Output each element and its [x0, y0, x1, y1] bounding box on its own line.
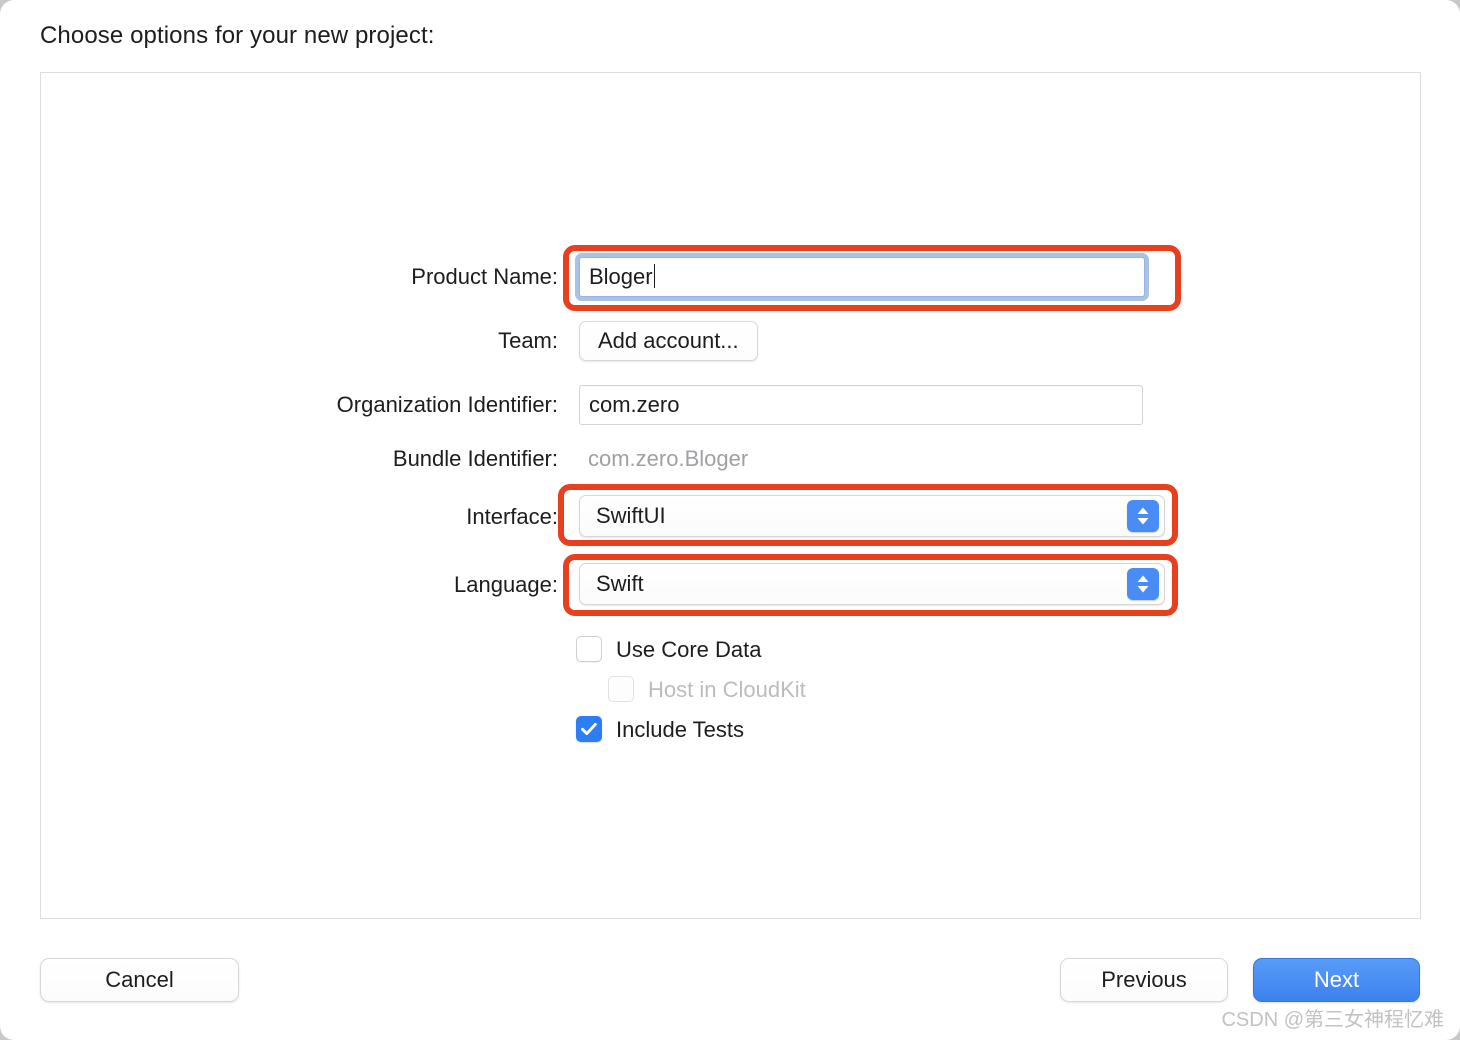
host-in-cloudkit-label: Host in CloudKit [648, 677, 806, 702]
organization-identifier-input[interactable]: com.zero [579, 385, 1143, 425]
text-caret [653, 264, 656, 288]
add-account-button[interactable]: Add account... [579, 321, 758, 361]
interface-selected-value: SwiftUI [596, 503, 666, 528]
project-options-form: Product Name: Bloger Team: Add account..… [41, 73, 1422, 920]
product-name-value: Bloger [589, 264, 653, 289]
organization-identifier-label: Organization Identifier: [336, 392, 558, 417]
previous-button[interactable]: Previous [1060, 958, 1228, 1002]
organization-identifier-field-wrap: com.zero [579, 385, 1143, 425]
chevron-up-down-icon[interactable] [1127, 500, 1159, 532]
new-project-options-dialog: Choose options for your new project: Pro… [0, 0, 1460, 1040]
use-core-data-label: Use Core Data [616, 637, 762, 662]
watermark: CSDN @第三女神程忆难 [1221, 1009, 1444, 1031]
interface-label: Interface: [466, 504, 558, 529]
language-select[interactable]: Swift [579, 563, 1165, 605]
host-in-cloudkit-checkbox [608, 676, 634, 702]
options-panel: Product Name: Bloger Team: Add account..… [40, 72, 1421, 919]
organization-identifier-row-label: Organization Identifier: [158, 385, 558, 425]
team-field-wrap: Add account... [579, 321, 758, 361]
bundle-identifier-label: Bundle Identifier: [392, 446, 558, 471]
language-field-wrap: Swift [579, 563, 1165, 605]
language-label: Language: [454, 572, 558, 597]
product-name-row-label: Product Name: [158, 257, 558, 297]
interface-field-wrap: SwiftUI [579, 495, 1165, 537]
bundle-identifier-value: com.zero.Bloger [588, 446, 749, 471]
cancel-button[interactable]: Cancel [40, 958, 239, 1002]
bundle-identifier-value-wrap: com.zero.Bloger [579, 439, 748, 479]
team-row-label: Team: [158, 321, 558, 361]
page-title: Choose options for your new project: [40, 22, 435, 49]
team-label: Team: [498, 328, 558, 353]
product-name-label: Product Name: [411, 264, 558, 289]
product-name-input[interactable]: Bloger [579, 257, 1145, 297]
language-row-label: Language: [158, 565, 558, 605]
include-tests-checkbox[interactable] [576, 716, 602, 742]
include-tests-label: Include Tests [616, 717, 745, 742]
next-button[interactable]: Next [1253, 958, 1420, 1002]
chevron-up-down-icon[interactable] [1127, 568, 1159, 600]
bundle-identifier-row-label: Bundle Identifier: [158, 439, 558, 479]
language-selected-value: Swift [596, 571, 644, 596]
product-name-field-wrap: Bloger [579, 257, 1145, 297]
interface-select[interactable]: SwiftUI [579, 495, 1165, 537]
interface-row-label: Interface: [158, 497, 558, 537]
use-core-data-checkbox[interactable] [576, 636, 602, 662]
